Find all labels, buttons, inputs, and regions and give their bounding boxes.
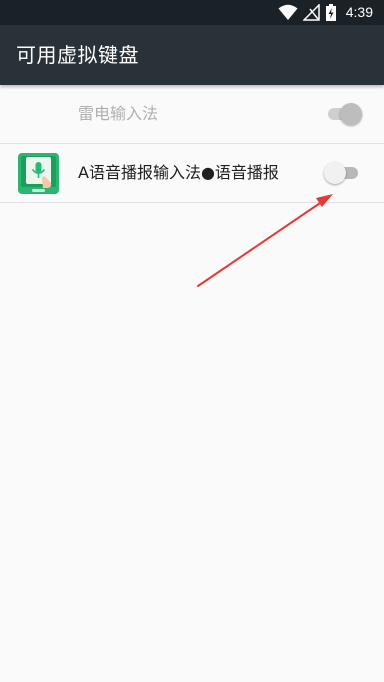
list-item-voice-keyboard[interactable]: A语音播报输入法●语音播报 [0,144,384,203]
toggle-thumb [324,162,346,184]
voice-keyboard-app-icon [18,153,59,194]
keyboard-label: 雷电输入法 [78,104,159,123]
keyboard-label: A语音播报输入法●语音播报 [78,163,279,182]
status-time: 4:39 [345,4,373,20]
page-title: 可用虚拟键盘 [16,43,139,67]
list-item-leidian-keyboard: 雷电输入法 [0,85,384,144]
signal-off-icon [303,4,320,21]
keyboard-toggle-leidian[interactable] [324,103,362,125]
wifi-icon [278,4,298,20]
keyboard-toggle-voice[interactable] [324,162,362,184]
status-bar: 4:39 [0,0,384,25]
keyboard-list: 雷电输入法 A语音播报输入法●语音播报 [0,85,384,203]
battery-charging-icon [326,4,336,21]
app-bar: 可用虚拟键盘 [0,25,384,85]
toggle-thumb [340,103,362,125]
